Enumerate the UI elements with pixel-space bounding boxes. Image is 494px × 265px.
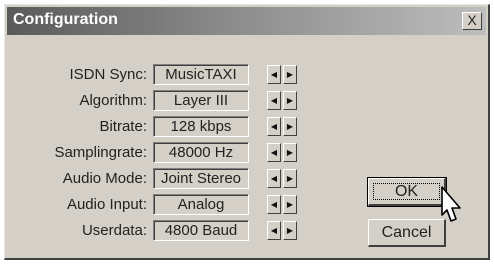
mouse-pointer-icon xyxy=(441,186,461,222)
setting-value-field: 4800 Baud xyxy=(153,220,249,241)
setting-row-algorithm: Algorithm: Layer III ◀ ▶ xyxy=(5,90,305,114)
increment-arrow-button[interactable]: ▶ xyxy=(283,91,297,110)
decrement-arrow-button[interactable]: ◀ xyxy=(267,143,281,162)
configuration-dialog: Configuration X ISDN Sync: MusicTAXI ◀ ▶… xyxy=(4,4,490,260)
setting-row-bitrate: Bitrate: 128 kbps ◀ ▶ xyxy=(5,116,305,140)
setting-label: Algorithm: xyxy=(79,92,147,109)
decrement-arrow-button[interactable]: ◀ xyxy=(267,221,281,240)
increment-arrow-button[interactable]: ▶ xyxy=(283,195,297,214)
setting-value-field: MusicTAXI xyxy=(153,64,249,85)
decrement-arrow-button[interactable]: ◀ xyxy=(267,91,281,110)
increment-arrow-button[interactable]: ▶ xyxy=(283,169,297,188)
setting-value-field: 128 kbps xyxy=(153,116,249,137)
setting-label: Samplingrate: xyxy=(54,144,147,161)
setting-label: Audio Input: xyxy=(66,196,147,213)
setting-label: Bitrate: xyxy=(99,118,147,135)
setting-value-field: Analog xyxy=(153,194,249,215)
setting-label: ISDN Sync: xyxy=(69,66,147,83)
decrement-arrow-button[interactable]: ◀ xyxy=(267,169,281,188)
setting-label: Userdata: xyxy=(81,222,147,239)
decrement-arrow-button[interactable]: ◀ xyxy=(267,65,281,84)
setting-row-audio-input: Audio Input: Analog ◀ ▶ xyxy=(5,194,305,218)
setting-row-userdata: Userdata: 4800 Baud ◀ ▶ xyxy=(5,220,305,244)
setting-row-isdn-sync: ISDN Sync: MusicTAXI ◀ ▶ xyxy=(5,64,305,88)
decrement-arrow-button[interactable]: ◀ xyxy=(267,195,281,214)
increment-arrow-button[interactable]: ▶ xyxy=(283,117,297,136)
setting-label: Audio Mode: xyxy=(62,170,147,187)
focus-rectangle xyxy=(373,183,440,200)
increment-arrow-button[interactable]: ▶ xyxy=(283,65,297,84)
setting-value-field: 48000 Hz xyxy=(153,142,249,163)
increment-arrow-button[interactable]: ▶ xyxy=(283,221,297,240)
setting-row-audio-mode: Audio Mode: Joint Stereo ◀ ▶ xyxy=(5,168,305,192)
title-bar[interactable]: Configuration X xyxy=(7,7,486,35)
decrement-arrow-button[interactable]: ◀ xyxy=(267,117,281,136)
setting-row-samplingrate: Samplingrate: 48000 Hz ◀ ▶ xyxy=(5,142,305,166)
setting-value-field: Joint Stereo xyxy=(153,168,249,189)
cancel-button-label: Cancel xyxy=(381,224,432,241)
window-title: Configuration xyxy=(13,11,118,28)
increment-arrow-button[interactable]: ▶ xyxy=(283,143,297,162)
setting-value-field: Layer III xyxy=(153,90,249,111)
close-icon[interactable]: X xyxy=(462,12,482,30)
